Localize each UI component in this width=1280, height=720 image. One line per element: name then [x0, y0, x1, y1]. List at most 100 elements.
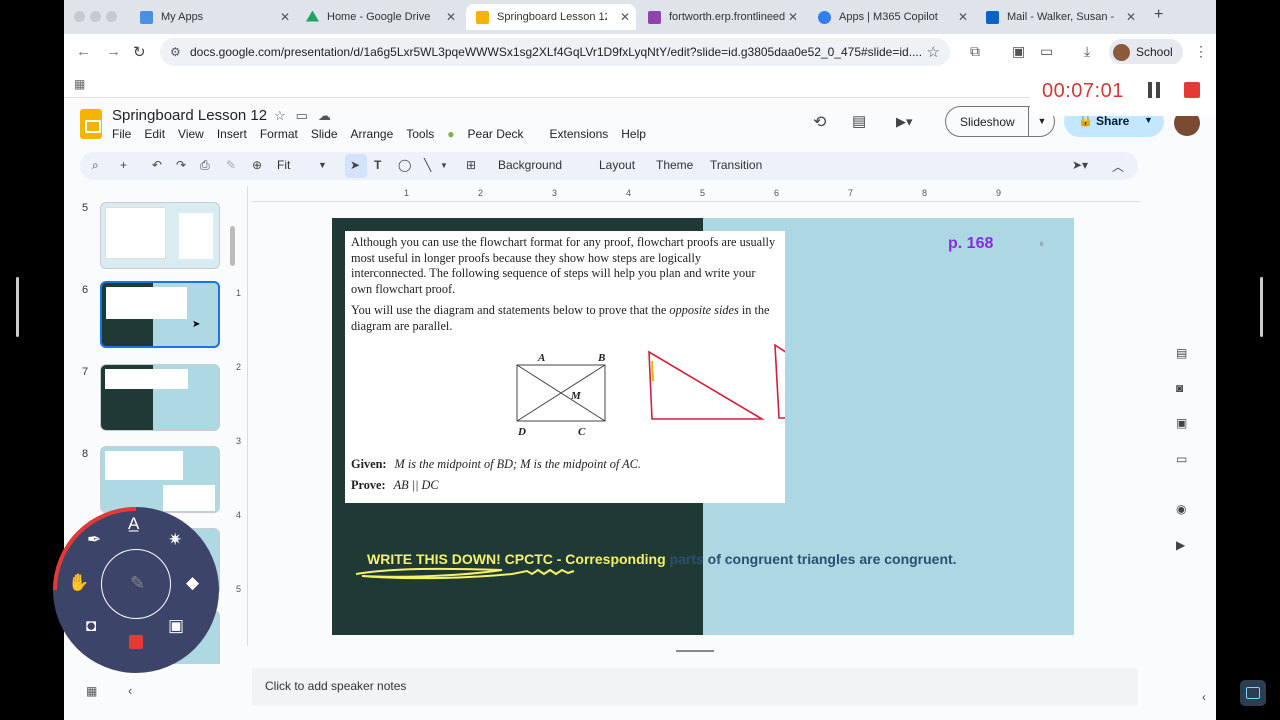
new-tab-plus-icon[interactable]: +	[1154, 6, 1163, 24]
layout-button[interactable]: Layout	[599, 158, 635, 172]
forward-arrow-icon[interactable]: →	[106, 43, 121, 60]
bookmark-star-icon[interactable]: ☆	[927, 43, 940, 61]
tab-close-icon[interactable]: ✕	[1126, 10, 1136, 24]
extensions-puzzle-icon[interactable]: ⧉	[970, 43, 980, 60]
radial-menu-center[interactable]: ✎	[101, 549, 171, 619]
slide-thumbnail-6[interactable]: ➤	[100, 281, 220, 348]
move-folder-icon[interactable]: ▭	[296, 108, 318, 123]
record-icon[interactable]: ◉	[1176, 502, 1186, 516]
undo-icon[interactable]: ↶	[152, 158, 162, 172]
version-history-icon[interactable]: ⟲	[813, 112, 826, 132]
star-icon[interactable]: ☆	[274, 108, 296, 123]
tab-springboard-lesson[interactable]: Springboard Lesson 12 - ✕	[466, 4, 636, 30]
menu-edit[interactable]: Edit	[144, 127, 165, 141]
redo-icon[interactable]: ↷	[176, 158, 186, 172]
collapse-filmstrip-icon[interactable]: ‹	[128, 683, 132, 698]
slide-thumbnail-5[interactable]	[100, 202, 220, 269]
new-slide-plus-icon[interactable]: +	[120, 158, 127, 172]
menu-extensions[interactable]: Extensions	[550, 127, 609, 141]
site-settings-icon[interactable]: ⚙	[170, 45, 181, 59]
pause-icon[interactable]	[1148, 82, 1164, 103]
menu-pear-deck[interactable]: ● Pear Deck	[447, 127, 536, 141]
print-icon[interactable]: ⎙	[200, 158, 210, 173]
screen-share-icon[interactable]	[1240, 680, 1266, 706]
highlighter-icon[interactable]: A̲	[128, 514, 139, 534]
menu-insert[interactable]: Insert	[217, 127, 247, 141]
address-bar[interactable]: ⚙ docs.google.com/presentation/d/1a6g5Lx…	[160, 38, 950, 66]
shape-icon[interactable]: ◯	[398, 158, 411, 172]
slides-logo-icon[interactable]	[80, 109, 102, 139]
grid-view-icon[interactable]: ▦	[86, 684, 97, 698]
eraser-icon[interactable]: ◆	[186, 573, 199, 593]
menu-tools[interactable]: Tools	[406, 127, 434, 141]
cast-icon[interactable]: ▭	[1040, 43, 1053, 60]
video-icon[interactable]: ▶	[1176, 538, 1185, 552]
zoom-icon[interactable]: ⊕	[252, 158, 262, 172]
pointer-mode-icon[interactable]: ➤▾	[1072, 158, 1088, 172]
slide-thumbnail-8[interactable]	[100, 446, 220, 513]
comments-icon[interactable]: ▤	[852, 112, 866, 130]
speaker-notes[interactable]: Click to add speaker notes	[252, 668, 1138, 706]
browser-menu-icon[interactable]: ⋮	[1194, 43, 1208, 60]
apps-grid-icon[interactable]: ▦	[74, 77, 85, 91]
tab-close-icon[interactable]: ✕	[446, 10, 456, 24]
worksheet-image[interactable]: Although you can use the flowchart forma…	[345, 231, 785, 503]
menu-format[interactable]: Format	[260, 127, 298, 141]
meet-camera-icon[interactable]: ▶▾	[896, 114, 913, 130]
collapse-toolbar-icon[interactable]: ︿	[1112, 158, 1124, 175]
tasks-icon[interactable]: ◙	[1176, 381, 1183, 395]
tab-m365-copilot[interactable]: Apps | M365 Copilot ✕	[808, 4, 974, 30]
menu-arrange[interactable]: Arrange	[351, 127, 394, 141]
keep-icon[interactable]: ▤	[1176, 346, 1187, 360]
reload-icon[interactable]: ↻	[133, 43, 146, 61]
tab-frontline[interactable]: fortworth.erp.frontlineed ✕	[638, 4, 804, 30]
camera-icon[interactable]: ◘	[86, 616, 96, 636]
tab-google-drive[interactable]: Home - Google Drive ✕	[296, 4, 462, 30]
contacts-icon[interactable]: ▣	[1176, 416, 1187, 430]
menu-file[interactable]: File	[112, 127, 131, 141]
url-text[interactable]: docs.google.com/presentation/d/1a6g5Lxr5…	[190, 45, 922, 59]
background-button[interactable]: Background	[498, 158, 562, 172]
back-arrow-icon[interactable]: ←	[76, 43, 91, 60]
window-zoom-dot[interactable]	[106, 11, 117, 22]
hand-icon[interactable]: ✋	[68, 573, 89, 593]
document-title[interactable]: Springboard Lesson 12	[112, 107, 267, 124]
tab-close-icon[interactable]: ✕	[280, 10, 290, 24]
share-dropdown-icon[interactable]: ▼	[1144, 115, 1153, 125]
menu-slide[interactable]: Slide	[311, 127, 338, 141]
window-close-dot[interactable]	[74, 11, 85, 22]
text-box-icon[interactable]: T	[374, 158, 381, 172]
notes-resize-handle[interactable]	[676, 650, 714, 652]
slide-thumbnail-7[interactable]	[100, 364, 220, 431]
tab-search-icon[interactable]: ▣	[1012, 43, 1025, 60]
red-color-swatch[interactable]	[129, 635, 143, 649]
menu-view[interactable]: View	[178, 127, 204, 141]
zoom-select[interactable]: Fit	[277, 158, 290, 172]
pen-icon[interactable]: ✒	[87, 530, 101, 550]
cloud-status-icon[interactable]: ☁	[318, 108, 341, 123]
paint-format-icon[interactable]: ✎	[226, 158, 236, 172]
transition-button[interactable]: Transition	[710, 158, 762, 172]
download-icon[interactable]: ⤓	[1084, 43, 1090, 60]
tab-outlook-mail[interactable]: Mail - Walker, Susan - O ✕	[976, 4, 1142, 30]
side-panel-toggle-icon[interactable]: ‹	[1202, 690, 1206, 704]
zoom-dropdown-icon[interactable]: ▼	[318, 160, 327, 170]
tab-close-icon[interactable]: ✕	[788, 10, 798, 24]
current-slide[interactable]: Although you can use the flowchart forma…	[332, 218, 1074, 635]
window-minimize-dot[interactable]	[90, 11, 101, 22]
comment-add-icon[interactable]: ⊞	[466, 158, 476, 172]
line-icon[interactable]: ╲	[424, 158, 431, 172]
menu-help[interactable]: Help	[621, 127, 646, 141]
tab-my-apps[interactable]: My Apps ✕	[130, 4, 296, 30]
theme-button[interactable]: Theme	[656, 158, 693, 172]
tab-close-icon[interactable]: ✕	[958, 10, 968, 24]
line-dropdown-icon[interactable]: ▼	[440, 161, 448, 170]
search-menus-icon[interactable]: ⌕	[92, 158, 99, 173]
toolbox-icon[interactable]: ▣	[168, 616, 184, 636]
tab-close-icon[interactable]: ✕	[620, 10, 630, 24]
folder-icon[interactable]: ▭	[1176, 452, 1187, 466]
laser-pointer-icon[interactable]: ✷	[168, 530, 182, 550]
profile-chip[interactable]: School	[1109, 39, 1183, 65]
stop-record-icon[interactable]	[1184, 82, 1200, 98]
select-cursor-icon[interactable]: ➤	[350, 158, 360, 172]
